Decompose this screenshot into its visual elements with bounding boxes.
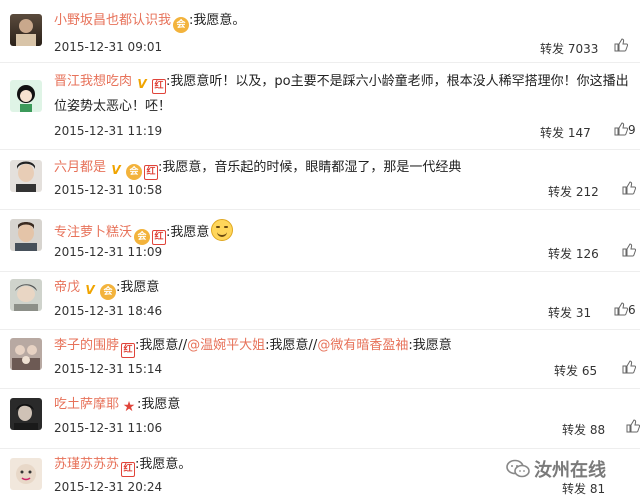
like-button[interactable] xyxy=(626,419,640,434)
comment-time: 2015-12-31 15:14 xyxy=(54,362,163,376)
comment-text: :我愿意听！以及，po主要不是踩六小龄童老师，根本没人稀罕搭理你！你这播出 xyxy=(166,74,629,89)
comment-time: 2015-12-31 10:58 xyxy=(54,183,163,197)
red-envelope-icon: 红 xyxy=(144,165,159,180)
avatar[interactable] xyxy=(10,279,42,311)
red-envelope-icon: 红 xyxy=(121,343,136,358)
comment-text-line: 晋江我想吃肉 V 红:我愿意听！以及，po主要不是踩六小龄童老师，根本没人稀罕搭理你… xyxy=(54,73,629,94)
comment-text-line: 位姿势太恶心！呸！ xyxy=(54,99,172,114)
comment-text: :我愿意 xyxy=(166,225,210,240)
avatar[interactable] xyxy=(10,219,42,251)
like-count: 9 xyxy=(628,123,636,137)
repost-button[interactable]: 转发 88 xyxy=(562,421,605,438)
like-button[interactable] xyxy=(622,360,636,375)
comment-text: :我愿意。 xyxy=(135,457,192,472)
verified-v-icon: V xyxy=(111,163,121,177)
like-button[interactable]: 6 xyxy=(614,302,636,317)
verified-v-icon: V xyxy=(85,283,95,297)
comment-text-line: 帝戊 V 会:我愿意 xyxy=(54,279,159,300)
member-badge-icon: 会 xyxy=(100,284,117,300)
thumbs-up-icon xyxy=(614,302,628,316)
member-badge-icon: 会 xyxy=(134,229,151,245)
comment-text: :我愿意。 xyxy=(189,13,246,28)
comment-text: :我愿意// xyxy=(265,338,318,353)
comment-text-line: 小野坂昌也都认识我会:我愿意。 xyxy=(54,12,245,33)
member-badge-icon: 会 xyxy=(126,164,143,180)
avatar[interactable] xyxy=(10,458,42,490)
comment-time: 2015-12-31 11:06 xyxy=(54,421,163,435)
comment-text-line: 苏瑾苏苏苏红:我愿意。 xyxy=(54,456,191,477)
avatar[interactable] xyxy=(10,14,42,46)
repost-button[interactable]: 转发 147 xyxy=(540,124,591,141)
star-badge-icon: ★ xyxy=(122,399,136,415)
comment-text: :我愿意// xyxy=(135,338,188,353)
comment-time: 2015-12-31 09:01 xyxy=(54,40,163,54)
mention-link[interactable]: @微有暗香盈袖 xyxy=(317,338,408,353)
comment-item: 专注萝卜糕沃会红:我愿意 2015-12-31 11:09 转发 126 xyxy=(0,209,640,272)
watermark-logo: 汝州在线 xyxy=(506,456,606,484)
like-button[interactable] xyxy=(622,181,636,196)
red-envelope-icon: 红 xyxy=(152,230,167,245)
avatar[interactable] xyxy=(10,160,42,192)
thumbs-up-icon xyxy=(626,419,640,433)
username-link[interactable]: 晋江我想吃肉 xyxy=(54,74,132,89)
comment-text-line: 吃土萨摩耶 ★:我愿意 xyxy=(54,396,180,415)
like-button[interactable] xyxy=(614,38,628,53)
avatar[interactable] xyxy=(10,80,42,112)
comment-time: 2015-12-31 18:46 xyxy=(54,304,163,318)
username-link[interactable]: 六月都是 xyxy=(54,160,106,175)
avatar[interactable] xyxy=(10,398,42,430)
comment-text-line: 专注萝卜糕沃会红:我愿意 xyxy=(54,219,234,245)
comment-text-line: 李子的围脖红:我愿意//@温婉平大姐:我愿意//@微有暗香盈袖:我愿意 xyxy=(54,337,452,358)
repost-button[interactable]: 转发 126 xyxy=(548,245,599,262)
mention-link[interactable]: @温婉平大姐 xyxy=(187,338,265,353)
comment-item: 帝戊 V 会:我愿意 2015-12-31 18:46 转发 31 6 xyxy=(0,271,640,330)
watermark-text: 汝州在线 xyxy=(534,460,606,481)
username-link[interactable]: 专注萝卜糕沃 xyxy=(54,225,132,240)
comment-item: 小野坂昌也都认识我会:我愿意。 2015-12-31 09:01 转发 7033 xyxy=(0,0,640,63)
verified-v-icon: V xyxy=(137,77,147,91)
comment-item: 李子的围脖红:我愿意//@温婉平大姐:我愿意//@微有暗香盈袖:我愿意 2015… xyxy=(0,329,640,389)
username-link[interactable]: 吃土萨摩耶 xyxy=(54,397,119,412)
member-badge-icon: 会 xyxy=(173,17,190,33)
comment-text-line: 六月都是 V 会红:我愿意，音乐起的时候，眼睛都湿了，那是一代经典 xyxy=(54,159,461,180)
red-envelope-icon: 红 xyxy=(152,79,167,94)
comment-time: 2015-12-31 20:24 xyxy=(54,480,163,494)
wechat-icon xyxy=(506,459,530,478)
repost-button[interactable]: 转发 65 xyxy=(554,362,597,379)
repost-button[interactable]: 转发 31 xyxy=(548,304,591,321)
username-link[interactable]: 小野坂昌也都认识我 xyxy=(54,13,171,28)
username-link[interactable]: 苏瑾苏苏苏 xyxy=(54,457,119,472)
like-button[interactable] xyxy=(622,243,636,258)
username-link[interactable]: 李子的围脖 xyxy=(54,338,119,353)
thumbs-up-icon xyxy=(614,122,628,136)
comment-item: 六月都是 V 会红:我愿意，音乐起的时候，眼睛都湿了，那是一代经典 2015-12-… xyxy=(0,149,640,210)
comment-text: :我愿意 xyxy=(408,338,452,353)
comment-text: :我愿意 xyxy=(116,280,160,295)
smile-emoji-icon xyxy=(211,219,234,241)
like-count: 6 xyxy=(628,303,636,317)
thumbs-up-icon xyxy=(622,360,636,374)
avatar[interactable] xyxy=(10,338,42,370)
comment-text: :我愿意 xyxy=(137,397,181,412)
thumbs-up-icon xyxy=(622,181,636,195)
repost-button[interactable]: 转发 7033 xyxy=(540,40,598,57)
comment-item: 吃土萨摩耶 ★:我愿意 2015-12-31 11:06 转发 88 xyxy=(0,388,640,449)
comment-item: 晋江我想吃肉 V 红:我愿意听！以及，po主要不是踩六小龄童老师，根本没人稀罕搭理你… xyxy=(0,62,640,150)
comment-time: 2015-12-31 11:09 xyxy=(54,245,163,259)
like-button[interactable]: 9 xyxy=(614,122,636,137)
repost-button[interactable]: 转发 212 xyxy=(548,183,599,200)
comment-time: 2015-12-31 11:19 xyxy=(54,124,163,138)
comment-text: :我愿意，音乐起的时候，眼睛都湿了，那是一代经典 xyxy=(158,160,462,175)
thumbs-up-icon xyxy=(614,38,628,52)
red-envelope-icon: 红 xyxy=(121,462,136,477)
username-link[interactable]: 帝戊 xyxy=(54,280,80,295)
thumbs-up-icon xyxy=(622,243,636,257)
